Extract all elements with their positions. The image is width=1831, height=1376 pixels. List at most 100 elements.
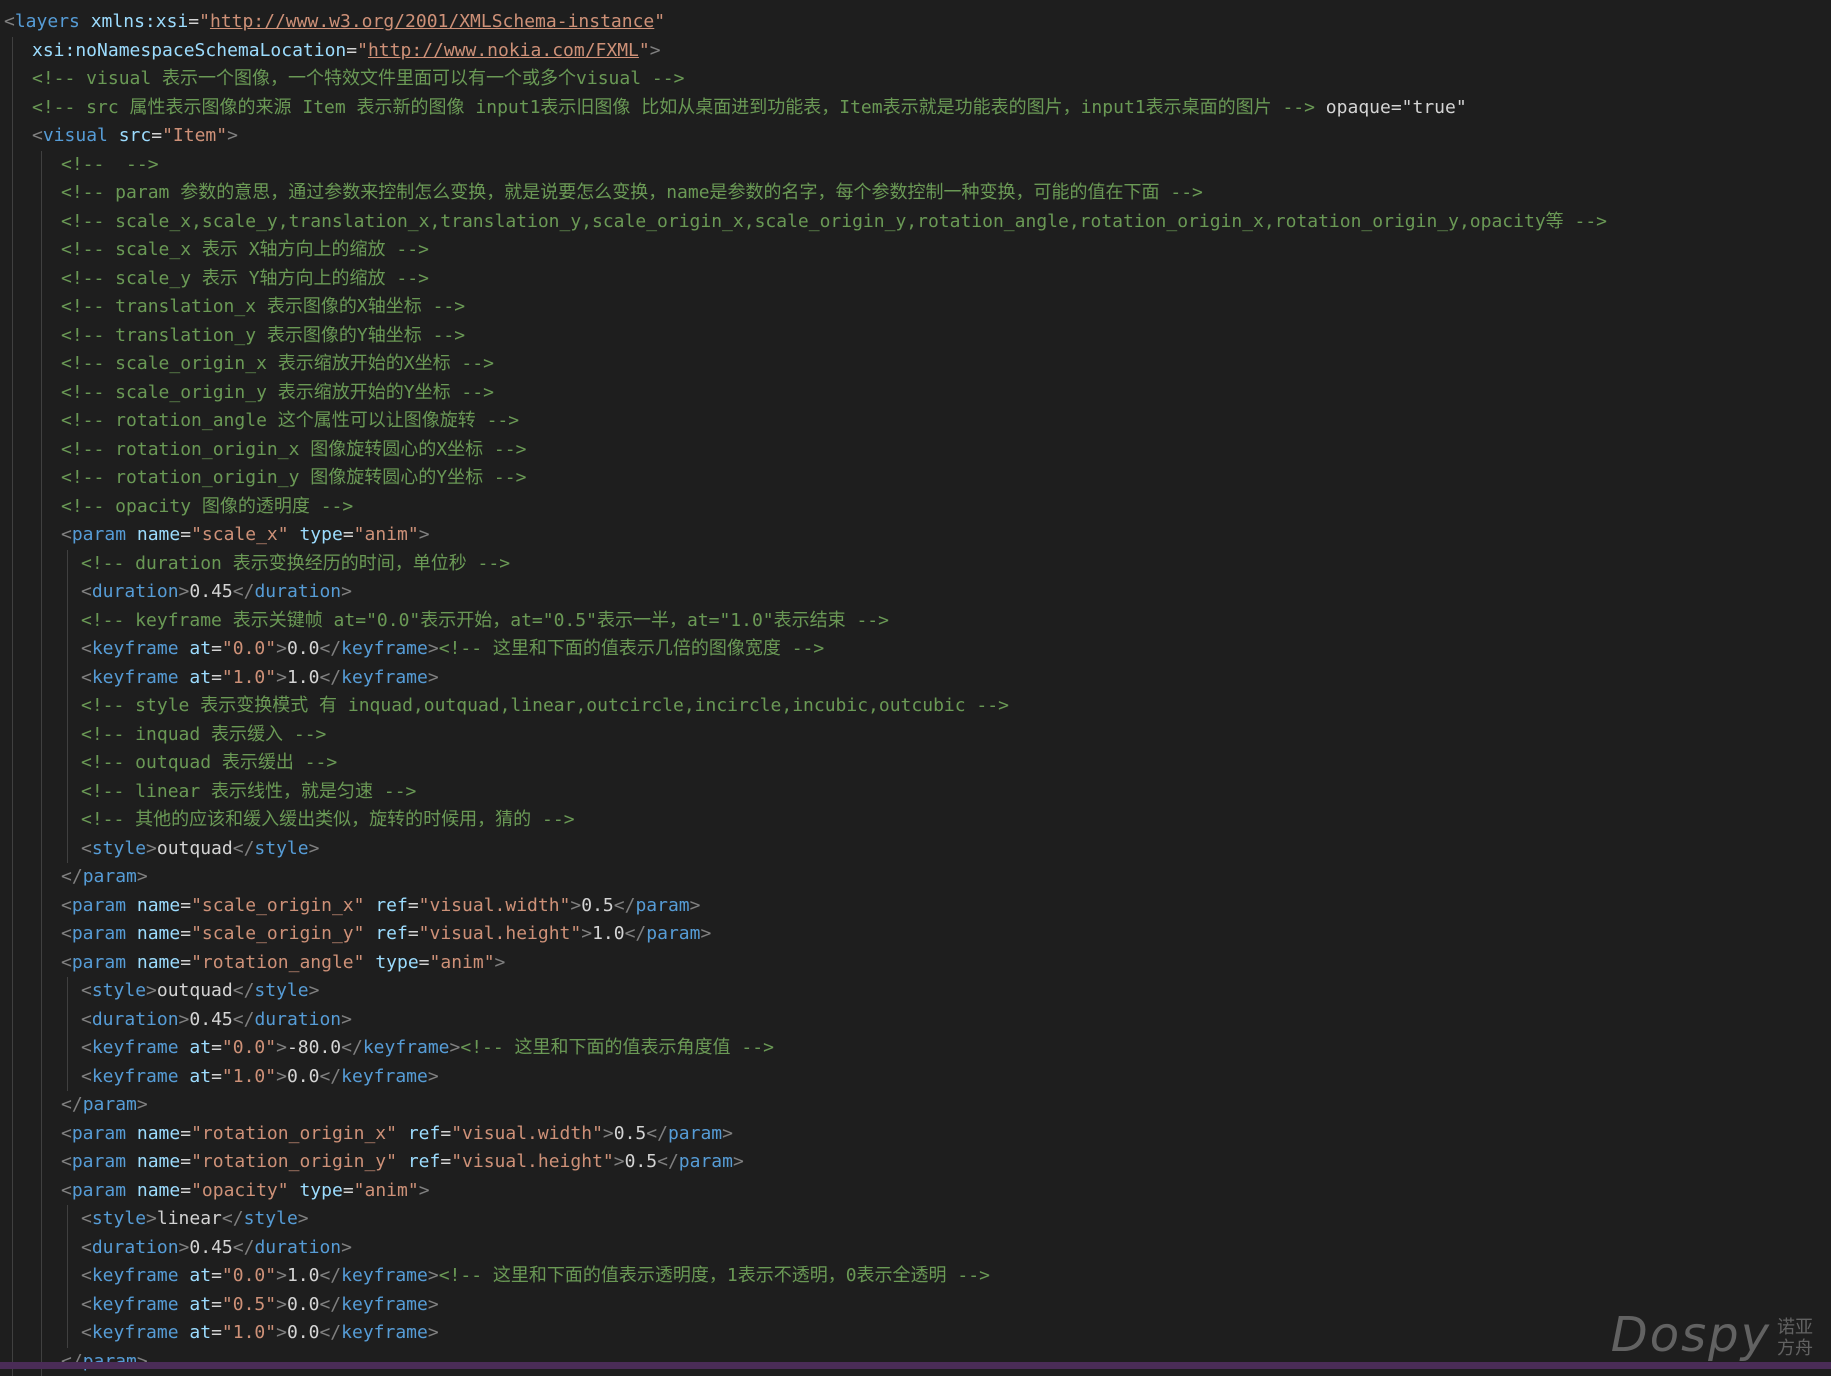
comment-token: <!-- rotation_origin_y 图像旋转圆心的Y坐标 --> <box>61 467 526 488</box>
code-line[interactable]: xsi:noNamespaceSchemaLocation="http://ww… <box>0 37 1831 66</box>
bracket-token: > <box>614 1151 625 1172</box>
tag-name-token: duration <box>92 581 179 602</box>
code-editor[interactable]: <layers xmlns:xsi="http://www.w3.org/200… <box>0 0 1831 1362</box>
indent-guide <box>41 1091 42 1120</box>
code-line[interactable]: <!-- visual 表示一个图像，一个特效文件里面可以有一个或多个visua… <box>0 65 1831 94</box>
tag-name-token: keyframe <box>92 1265 179 1286</box>
code-line[interactable]: <param name="rotation_origin_y" ref="vis… <box>0 1148 1831 1177</box>
code-line-content: <layers xmlns:xsi="http://www.w3.org/200… <box>4 8 665 37</box>
code-line[interactable]: <duration>0.45</duration> <box>0 578 1831 607</box>
comment-token: <!-- rotation_angle 这个属性可以让图像旋转 --> <box>61 410 519 431</box>
code-line[interactable]: <!-- scale_x,scale_y,translation_x,trans… <box>0 208 1831 237</box>
bracket-token: > <box>179 1009 190 1030</box>
attribute-token: name <box>137 923 180 944</box>
string-token: "0.0" <box>222 638 276 659</box>
code-line[interactable]: <!-- style 表示变换模式 有 inquad,outquad,linea… <box>0 692 1831 721</box>
code-line[interactable]: <keyframe at="0.0">-80.0</keyframe><!-- … <box>0 1034 1831 1063</box>
equals-token: = <box>211 1322 222 1343</box>
comment-token: <!-- outquad 表示缓出 --> <box>81 752 337 773</box>
code-line[interactable]: <!-- scale_y 表示 Y轴方向上的缩放 --> <box>0 265 1831 294</box>
code-line[interactable]: <keyframe at="0.0">0.0</keyframe><!-- 这里… <box>0 635 1831 664</box>
code-line[interactable]: <!-- linear 表示线性，就是匀速 --> <box>0 778 1831 807</box>
attribute-token: ref <box>375 895 408 916</box>
code-line[interactable]: <keyframe at="0.0">1.0</keyframe><!-- 这里… <box>0 1262 1831 1291</box>
indent-guide <box>12 1177 13 1206</box>
code-line[interactable]: <!-- scale_x 表示 X轴方向上的缩放 --> <box>0 236 1831 265</box>
code-line[interactable]: <param name="rotation_origin_x" ref="vis… <box>0 1120 1831 1149</box>
code-line[interactable]: <!-- param 参数的意思，通过参数来控制怎么变换，就是说要怎么变换，na… <box>0 179 1831 208</box>
code-line[interactable]: <keyframe at="0.5">0.0</keyframe> <box>0 1291 1831 1320</box>
code-line[interactable]: <!-- rotation_origin_y 图像旋转圆心的Y坐标 --> <box>0 464 1831 493</box>
code-line[interactable]: </param> <box>0 1091 1831 1120</box>
text-token <box>179 1265 190 1286</box>
code-line[interactable]: <!-- inquad 表示缓入 --> <box>0 721 1831 750</box>
code-line[interactable]: <keyframe at="1.0">0.0</keyframe> <box>0 1063 1831 1092</box>
bracket-token: > <box>450 1037 461 1058</box>
code-line[interactable]: <param name="scale_x" type="anim"> <box>0 521 1831 550</box>
indent-guide <box>12 806 13 835</box>
indent-guide <box>41 1262 42 1291</box>
code-line[interactable]: <layers xmlns:xsi="http://www.w3.org/200… <box>0 8 1831 37</box>
code-line[interactable]: </param> <box>0 863 1831 892</box>
text-token: 0.45 <box>189 1237 232 1258</box>
code-line-content: <duration>0.45</duration> <box>81 1234 352 1263</box>
code-line[interactable]: <!-- outquad 表示缓出 --> <box>0 749 1831 778</box>
code-line[interactable]: <!-- --> <box>0 151 1831 180</box>
bracket-token: < <box>81 581 92 602</box>
equals-token: = <box>180 952 191 973</box>
bracket-token: </ <box>319 1066 341 1087</box>
code-line[interactable]: <!-- rotation_angle 这个属性可以让图像旋转 --> <box>0 407 1831 436</box>
link-token[interactable]: http://www.nokia.com/FXML <box>368 40 639 61</box>
tag-name-token: param <box>668 1123 722 1144</box>
indent-guide <box>12 920 13 949</box>
code-line[interactable]: <keyframe at="1.0">1.0</keyframe> <box>0 664 1831 693</box>
string-token: " <box>639 40 650 61</box>
code-line-content: <param name="scale_origin_y" ref="visual… <box>61 920 711 949</box>
code-line[interactable]: <!-- duration 表示变换经历的时间，单位秒 --> <box>0 550 1831 579</box>
code-line[interactable]: <style>outquad</style> <box>0 977 1831 1006</box>
tag-name-token: style <box>92 1208 146 1229</box>
string-token: "visual.width" <box>451 1123 603 1144</box>
indent-guide <box>12 208 13 237</box>
bracket-token: < <box>81 1037 92 1058</box>
code-line[interactable]: <duration>0.45</duration> <box>0 1234 1831 1263</box>
code-line[interactable]: <style>outquad</style> <box>0 835 1831 864</box>
comment-token: <!-- visual 表示一个图像，一个特效文件里面可以有一个或多个visua… <box>32 68 684 89</box>
code-line[interactable]: <!-- 其他的应该和缓入缓出类似，旋转的时候用，猜的 --> <box>0 806 1831 835</box>
link-token[interactable]: http://www.w3.org/2001/XMLSchema-instanc… <box>210 11 654 32</box>
code-line[interactable]: <!-- scale_origin_y 表示缩放开始的Y坐标 --> <box>0 379 1831 408</box>
code-line[interactable]: <!-- keyframe 表示关键帧 at="0.0"表示开始，at="0.5… <box>0 607 1831 636</box>
equals-token: = <box>346 40 357 61</box>
text-token <box>364 895 375 916</box>
text-token: 0.0 <box>287 638 320 659</box>
code-line[interactable]: <visual src="Item"> <box>0 122 1831 151</box>
indent-guide <box>41 436 42 465</box>
indent-guide <box>12 1034 13 1063</box>
bracket-token: > <box>179 1237 190 1258</box>
code-line[interactable]: <keyframe at="1.0">0.0</keyframe> <box>0 1319 1831 1348</box>
code-line[interactable]: <!-- src 属性表示图像的来源 Item 表示新的图像 input1表示旧… <box>0 94 1831 123</box>
code-line[interactable]: <param name="opacity" type="anim"> <box>0 1177 1831 1206</box>
indent-guide <box>41 1205 42 1234</box>
code-line[interactable]: <duration>0.45</duration> <box>0 1006 1831 1035</box>
code-line-content: <keyframe at="1.0">1.0</keyframe> <box>81 664 439 693</box>
code-line[interactable]: <param name="scale_origin_y" ref="visual… <box>0 920 1831 949</box>
text-token <box>397 1151 408 1172</box>
indent-guide <box>41 578 42 607</box>
bracket-token: > <box>276 1322 287 1343</box>
indent-guide <box>41 521 42 550</box>
code-line[interactable]: <param name="rotation_angle" type="anim"… <box>0 949 1831 978</box>
code-line[interactable]: <param name="scale_origin_x" ref="visual… <box>0 892 1831 921</box>
bracket-token: </ <box>61 866 83 887</box>
comment-token: <!-- keyframe 表示关键帧 at="0.0"表示开始，at="0.5… <box>81 610 889 631</box>
code-line[interactable]: <!-- opacity 图像的透明度 --> <box>0 493 1831 522</box>
code-line[interactable]: <!-- translation_x 表示图像的X轴坐标 --> <box>0 293 1831 322</box>
text-token <box>126 1180 137 1201</box>
string-token: "rotation_origin_x" <box>191 1123 397 1144</box>
code-line[interactable]: <!-- translation_y 表示图像的Y轴坐标 --> <box>0 322 1831 351</box>
code-line[interactable]: <!-- rotation_origin_x 图像旋转圆心的X坐标 --> <box>0 436 1831 465</box>
indent-guide <box>12 778 13 807</box>
code-line[interactable]: <!-- scale_origin_x 表示缩放开始的X坐标 --> <box>0 350 1831 379</box>
code-line[interactable]: <style>linear</style> <box>0 1205 1831 1234</box>
attribute-token: ref <box>408 1151 441 1172</box>
